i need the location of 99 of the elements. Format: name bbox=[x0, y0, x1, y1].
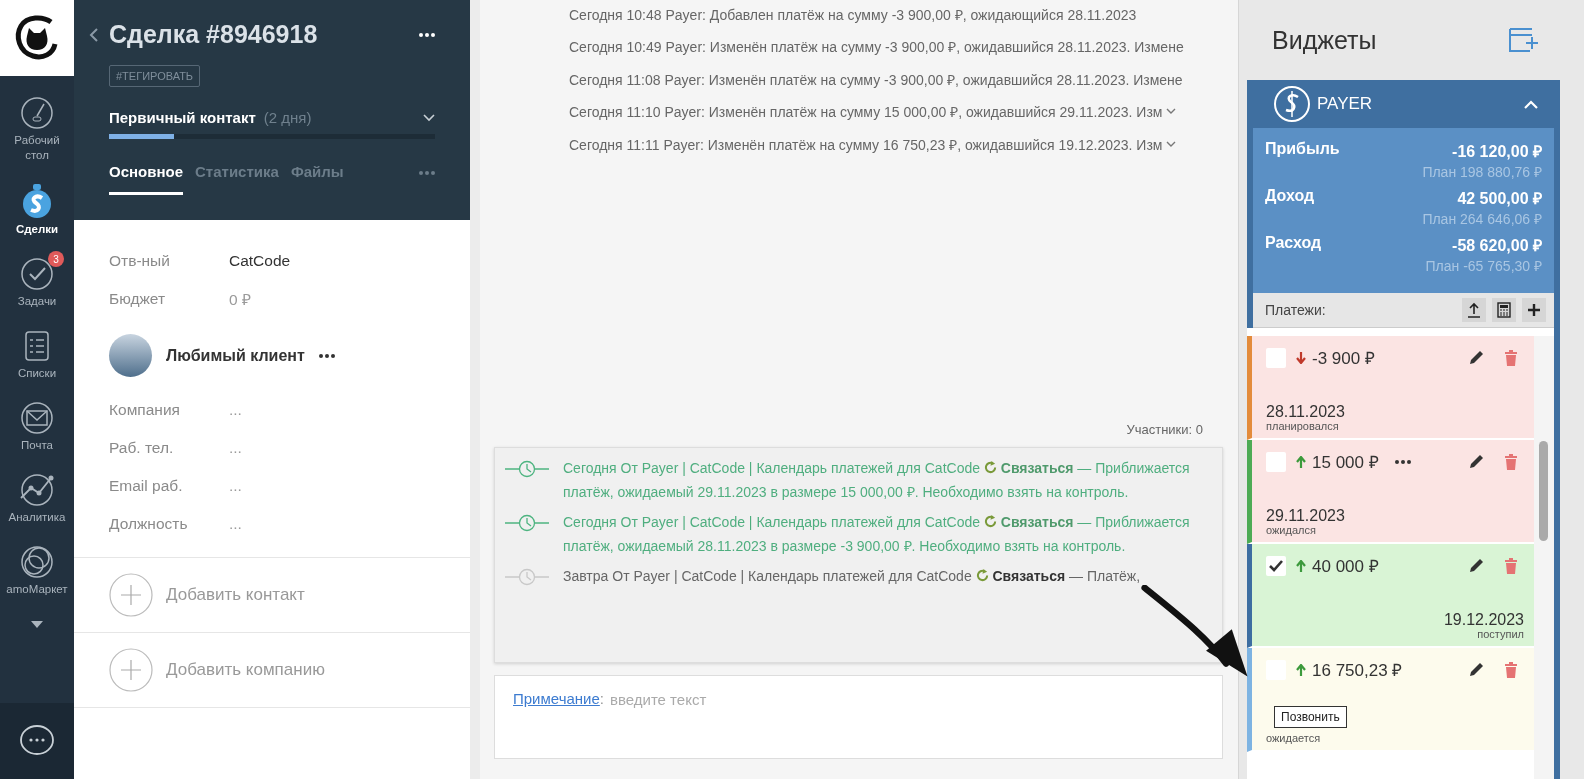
payment-amount: 40 000 ₽ bbox=[1312, 556, 1379, 577]
add-widget-icon[interactable] bbox=[1508, 27, 1540, 53]
nav-item[interactable]: 3 Задачи bbox=[0, 249, 74, 309]
payment-amount: 15 000 ₽ bbox=[1312, 452, 1379, 473]
stat-label: Прибыль bbox=[1265, 140, 1340, 159]
field-label: Бюджет bbox=[109, 290, 167, 308]
refresh-icon[interactable] bbox=[975, 569, 989, 582]
clock-icon bbox=[505, 568, 549, 586]
trash-icon[interactable] bbox=[1504, 661, 1518, 678]
note-separator: : bbox=[599, 690, 604, 707]
plus-circle-icon bbox=[109, 573, 153, 617]
task-text: Завтра От Payer | CatCode | Календарь платежей для CatCode Связаться — Платёж, bbox=[563, 567, 1141, 586]
stat-plan: План -65 765,30 ₽ bbox=[1425, 258, 1542, 274]
plus-circle-icon bbox=[109, 648, 153, 692]
plus-icon bbox=[1527, 303, 1541, 317]
more-icon[interactable] bbox=[419, 32, 435, 37]
checkmark-circle-icon bbox=[20, 257, 54, 291]
nav-item[interactable]: Сделки bbox=[0, 175, 74, 237]
refresh-icon[interactable] bbox=[983, 461, 997, 474]
chevron-up-icon[interactable] bbox=[1524, 99, 1538, 109]
stage-name[interactable]: Первичный контакт bbox=[109, 109, 256, 126]
payment-status: планировался bbox=[1266, 421, 1340, 432]
pencil-icon[interactable] bbox=[1468, 349, 1484, 366]
chevron-down-icon[interactable] bbox=[1166, 108, 1177, 116]
nav-item[interactable]: Рабочий стол bbox=[0, 88, 74, 163]
field-label: Отв-ный bbox=[109, 252, 171, 270]
nav-item[interactable]: Списки bbox=[0, 321, 74, 381]
money-bag-icon bbox=[20, 183, 54, 219]
trash-icon[interactable] bbox=[1504, 557, 1518, 574]
payment-amount: 16 750,23 ₽ bbox=[1312, 660, 1403, 681]
field-label: Раб. тел. bbox=[109, 439, 175, 457]
pencil-icon[interactable] bbox=[1468, 661, 1484, 678]
more-icon[interactable] bbox=[318, 353, 335, 358]
upload-icon bbox=[1467, 302, 1481, 318]
clock-icon bbox=[505, 514, 549, 532]
speedometer-icon bbox=[20, 96, 54, 130]
field-label: Email раб. bbox=[109, 477, 184, 495]
pencil-icon[interactable] bbox=[1468, 557, 1484, 574]
tab[interactable]: Основное bbox=[109, 163, 184, 195]
tag-button[interactable]: #ТЕГИРОВАТЬ bbox=[109, 65, 201, 87]
circles-icon bbox=[20, 545, 54, 579]
note-link[interactable]: Примечание bbox=[513, 690, 600, 707]
dollar-circle-icon bbox=[1273, 85, 1311, 123]
payment-date: 28.11.2023 bbox=[1266, 403, 1346, 421]
participants-count: Участники: 0 bbox=[1126, 422, 1203, 437]
log-entry: Сегодня 11:10 Payer: Изменён платёж на сумму 15 000,00 ₽, ожидавшийся 29.11.2023. Изм bbox=[569, 103, 1163, 122]
widgets-title: Виджеты bbox=[1272, 25, 1377, 55]
tooltip: Позвонить bbox=[1274, 706, 1347, 728]
chat-icon[interactable] bbox=[19, 724, 55, 758]
avatar-photo-placeholder bbox=[109, 334, 152, 377]
task-text: Сегодня От Payer | CatCode | Календарь платежей для CatCode Связаться — Приближается платёж, ожидаемый 29.11.2023 в размере 15 000,00 ₽. Необходимо взять на контроль. bbox=[563, 459, 1191, 502]
payment-status: поступил bbox=[1477, 629, 1524, 640]
stat-value: -16 120,00 ₽ bbox=[1452, 142, 1542, 162]
scrollbar[interactable] bbox=[1534, 336, 1554, 779]
stat-label: Доход bbox=[1265, 187, 1315, 206]
stat-plan: План 198 880,76 ₽ bbox=[1422, 164, 1542, 180]
log-entry: Сегодня 11:11 Payer: Изменён платёж на сумму 16 750,23 ₽, ожидавшийся 19.12.2023. Изм bbox=[569, 135, 1163, 154]
logo-icon[interactable] bbox=[0, 0, 74, 76]
more-icon[interactable] bbox=[1394, 459, 1411, 464]
caret-down-icon[interactable] bbox=[31, 621, 43, 629]
field-value[interactable]: CatCode bbox=[229, 252, 291, 270]
log-entry: Сегодня 10:49 Payer: Изменён платёж на сумму -3 900,00 ₽, ожидавшийся 28.11.2023. Измене bbox=[569, 38, 1184, 57]
field-label: Должность bbox=[109, 515, 189, 533]
clock-icon bbox=[505, 460, 549, 478]
upload-button[interactable] bbox=[1462, 298, 1486, 322]
refresh-icon[interactable] bbox=[983, 515, 997, 528]
checkbox[interactable] bbox=[1266, 555, 1286, 576]
contact-name[interactable]: Любимый клиент bbox=[166, 346, 305, 365]
widget-name: PAYER bbox=[1317, 94, 1374, 114]
log-entry: Сегодня 11:08 Payer: Изменён платёж на сумму -3 900,00 ₽, ожидавшийся 28.11.2023. Измене bbox=[569, 70, 1183, 89]
deal-title: Сделка #8946918 bbox=[109, 20, 319, 49]
stat-value: -58 620,00 ₽ bbox=[1452, 236, 1542, 256]
field-label: Компания bbox=[109, 401, 181, 419]
payment-status: ожидается bbox=[1266, 733, 1322, 744]
nav-item[interactable]: Аналитика bbox=[0, 465, 74, 525]
payment-status: ожидался bbox=[1266, 525, 1317, 536]
log-entry: Сегодня 10:48 Payer: Добавлен платёж на сумму -3 900,00 ₽, ожидающийся 28.11.2023 bbox=[569, 5, 1137, 24]
task-text: Сегодня От Payer | CatCode | Календарь платежей для CatCode Связаться — Приближается платёж, ожидаемый 28.11.2023 в размере -3 900,00 ₽. Необходимо взять на контроль. bbox=[563, 513, 1191, 556]
stat-value: 42 500,00 ₽ bbox=[1457, 189, 1542, 209]
pencil-icon[interactable] bbox=[1468, 453, 1484, 470]
nav-item[interactable]: amoМаркет bbox=[0, 537, 74, 597]
calculator-icon bbox=[1497, 302, 1511, 318]
back-icon[interactable] bbox=[89, 26, 99, 43]
calculator-button[interactable] bbox=[1492, 298, 1516, 322]
chevron-down-icon[interactable] bbox=[1166, 140, 1177, 148]
add-button[interactable] bbox=[1522, 298, 1546, 322]
checkbox[interactable] bbox=[1266, 347, 1286, 368]
payment-amount: -3 900 ₽ bbox=[1312, 348, 1375, 369]
checkbox[interactable] bbox=[1266, 451, 1286, 472]
payment-date: 29.11.2023 bbox=[1266, 507, 1346, 525]
stat-label: Расход bbox=[1265, 234, 1322, 253]
nav-item[interactable]: Почта bbox=[0, 393, 74, 453]
mail-icon bbox=[20, 401, 54, 435]
count-badge: 3 bbox=[48, 251, 64, 267]
checkmark-icon bbox=[1268, 558, 1284, 573]
stage-duration: (2 дня) bbox=[263, 109, 313, 126]
stat-plan: План 264 646,06 ₽ bbox=[1422, 211, 1542, 227]
payment-date: 19.12.2023 bbox=[1443, 611, 1524, 629]
payments-label: Платежи: bbox=[1265, 302, 1327, 318]
